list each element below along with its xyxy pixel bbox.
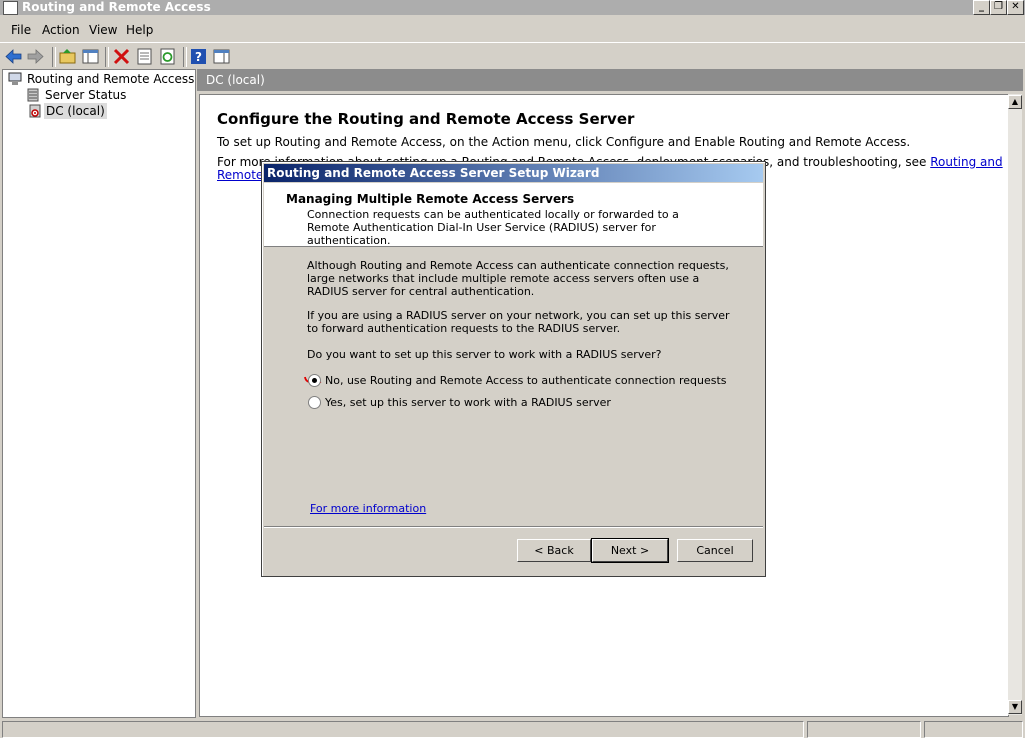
configure-heading: Configure the Routing and Remote Access … bbox=[217, 110, 635, 128]
for-more-information-link[interactable]: For more information bbox=[310, 502, 426, 515]
cancel-button[interactable]: Cancel bbox=[677, 539, 753, 562]
menu-action[interactable]: Action bbox=[42, 23, 80, 37]
setup-wizard-dialog: Routing and Remote Access Server Setup W… bbox=[261, 161, 766, 577]
status-segment bbox=[2, 721, 804, 738]
toolbar-separator bbox=[52, 47, 56, 67]
console-tree: Routing and Remote Access Server Status … bbox=[2, 69, 196, 718]
radius-forward-description: If you are using a RADIUS server on your… bbox=[307, 309, 730, 335]
status-segment bbox=[924, 721, 1023, 738]
server-stopped-icon bbox=[29, 104, 41, 118]
more-info-text-line2: Remote bbox=[217, 168, 263, 182]
menu-view[interactable]: View bbox=[89, 23, 117, 37]
back-arrow-icon[interactable] bbox=[5, 48, 22, 65]
radio-no-radius-label[interactable]: No, use Routing and Remote Access to aut… bbox=[325, 374, 727, 387]
radio-no-radius[interactable] bbox=[308, 374, 321, 387]
radius-question: Do you want to set up this server to wor… bbox=[307, 348, 662, 361]
minimize-button[interactable]: _ bbox=[973, 0, 990, 15]
help-icon[interactable]: ? bbox=[190, 48, 207, 65]
status-bar bbox=[0, 719, 1025, 738]
status-segment bbox=[807, 721, 921, 738]
next-button[interactable]: Next > bbox=[591, 538, 669, 563]
radio-selected-dot bbox=[312, 378, 317, 383]
tree-root-routing-remote-access[interactable]: Routing and Remote Access bbox=[27, 71, 194, 87]
svg-text:?: ? bbox=[195, 50, 202, 64]
refresh-icon[interactable] bbox=[159, 48, 176, 65]
show-hide-action-pane-icon[interactable] bbox=[213, 48, 230, 65]
close-button[interactable]: ✕ bbox=[1007, 0, 1024, 15]
menu-file[interactable]: File bbox=[11, 23, 31, 37]
wizard-page-title: Managing Multiple Remote Access Servers bbox=[286, 192, 575, 206]
window-title-bar[interactable]: Routing and Remote Access _ ❐ ✕ bbox=[0, 0, 1025, 15]
show-hide-tree-icon[interactable] bbox=[82, 48, 99, 65]
scroll-down-button[interactable]: ▼ bbox=[1008, 700, 1022, 714]
routing-remote-access-link[interactable]: Routing and bbox=[930, 155, 1002, 169]
app-icon bbox=[3, 1, 18, 15]
radius-description: Although Routing and Remote Access can a… bbox=[307, 259, 729, 298]
toolbar-separator bbox=[183, 47, 187, 67]
pane-header: DC (local) bbox=[197, 69, 1023, 91]
toolbar: ? bbox=[0, 42, 1025, 69]
dialog-title: Routing and Remote Access Server Setup W… bbox=[267, 166, 600, 180]
menu-bar: File Action View Help bbox=[0, 18, 1025, 42]
server-status-icon bbox=[27, 88, 39, 102]
menu-help[interactable]: Help bbox=[126, 23, 153, 37]
tree-item-server-status[interactable]: Server Status bbox=[45, 87, 126, 103]
computer-icon bbox=[8, 72, 22, 85]
toolbar-separator bbox=[105, 47, 109, 67]
restore-button[interactable]: ❐ bbox=[990, 0, 1007, 15]
wizard-page-subtitle: Connection requests can be authenticated… bbox=[307, 208, 679, 247]
back-button[interactable]: < Back bbox=[517, 539, 591, 562]
window-title: Routing and Remote Access bbox=[22, 0, 211, 14]
scroll-up-button[interactable]: ▲ bbox=[1008, 95, 1022, 109]
wizard-header: Managing Multiple Remote Access Servers … bbox=[264, 183, 763, 247]
routing-remote-access-link-cont[interactable]: Remote bbox=[217, 168, 263, 182]
radio-yes-radius[interactable] bbox=[308, 396, 321, 409]
dialog-divider bbox=[264, 526, 763, 528]
radio-yes-radius-label[interactable]: Yes, set up this server to work with a R… bbox=[325, 396, 611, 409]
up-folder-icon[interactable] bbox=[59, 48, 76, 65]
properties-icon[interactable] bbox=[136, 48, 153, 65]
configure-instructions: To set up Routing and Remote Access, on … bbox=[217, 135, 911, 149]
tree-item-dc-local[interactable]: DC (local) bbox=[44, 103, 107, 119]
vertical-scrollbar[interactable]: ▲ ▼ bbox=[1008, 94, 1022, 715]
forward-arrow-icon[interactable] bbox=[27, 48, 44, 65]
delete-icon[interactable] bbox=[113, 48, 130, 65]
dialog-title-bar[interactable]: Routing and Remote Access Server Setup W… bbox=[264, 164, 763, 182]
pane-header-title: DC (local) bbox=[206, 73, 265, 87]
